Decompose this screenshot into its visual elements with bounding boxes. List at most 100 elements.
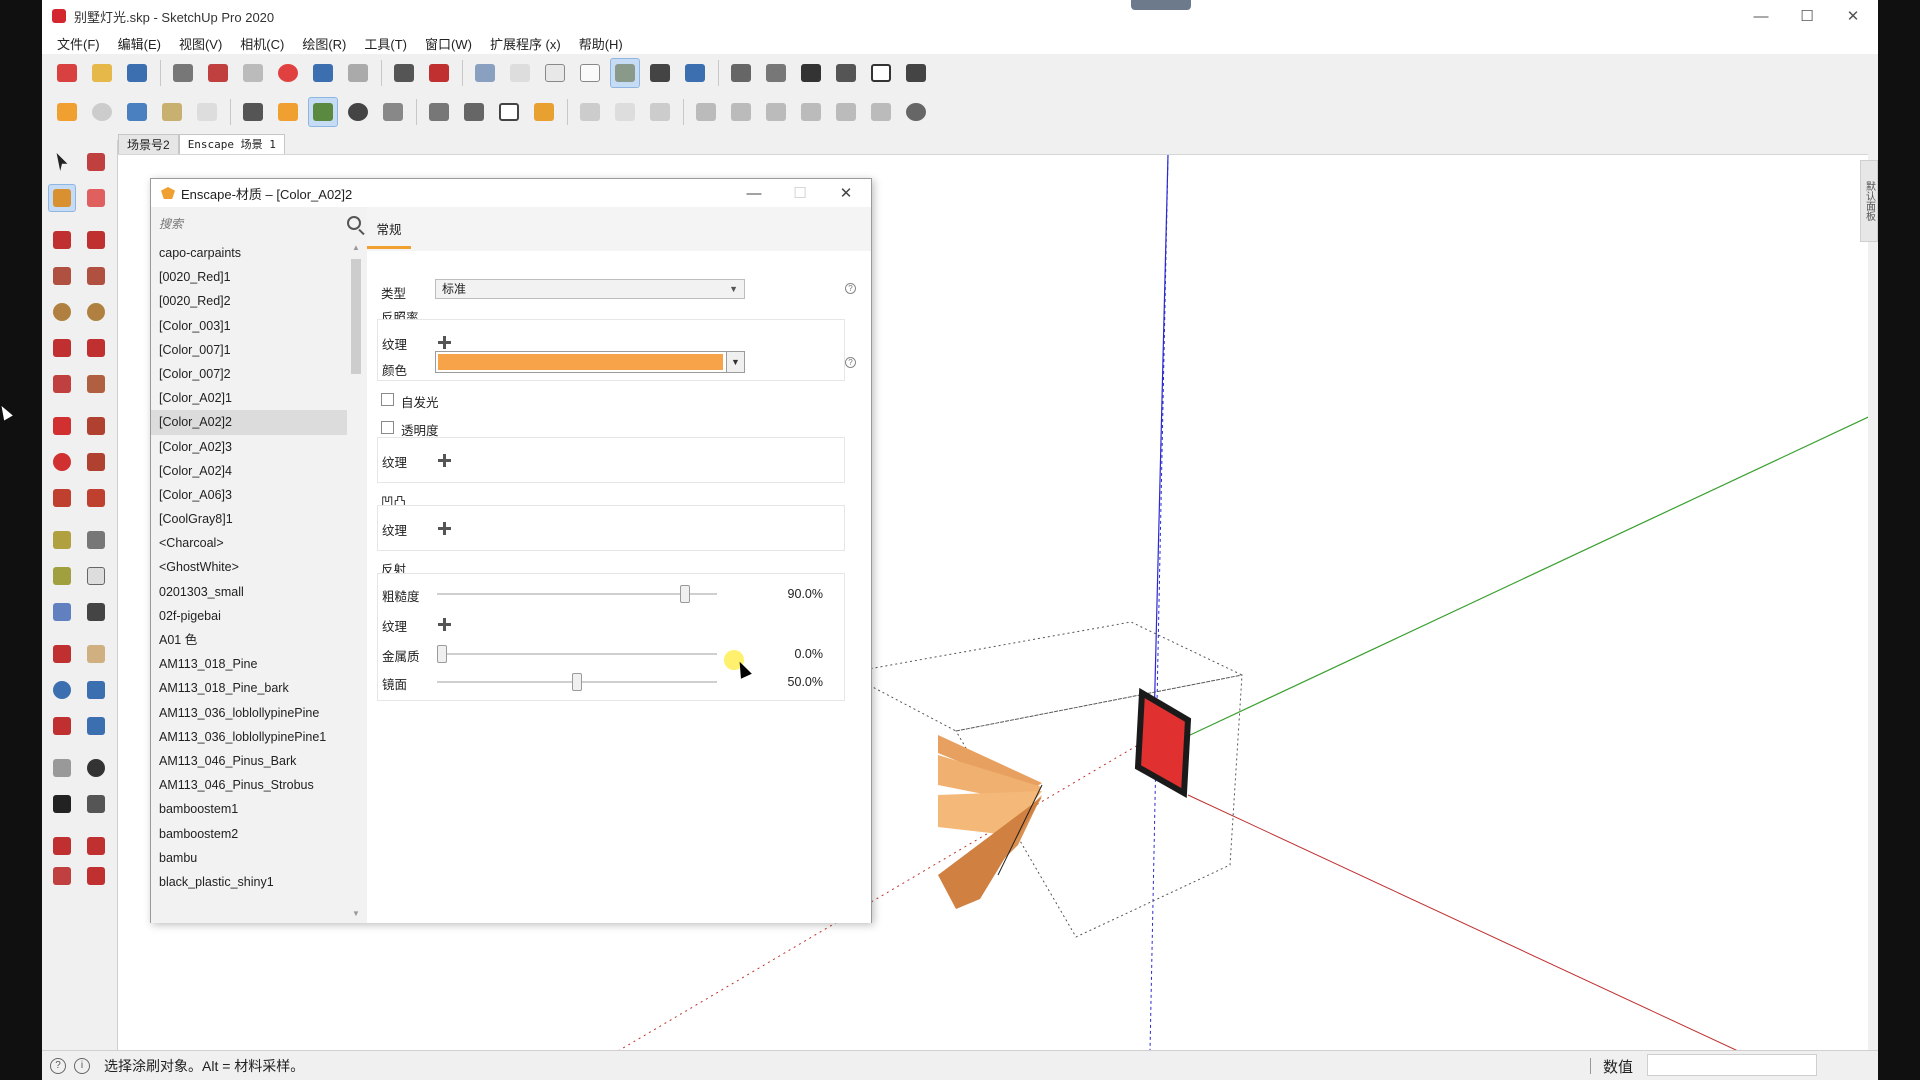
albedo-color-swatch[interactable]: ▼: [435, 351, 745, 373]
iso-view-button[interactable]: [726, 58, 756, 88]
move-tool-button[interactable]: [48, 412, 76, 440]
cut-button[interactable]: [168, 58, 198, 88]
material-list-item[interactable]: [0020_Red]2: [151, 289, 347, 313]
extension-manager-button[interactable]: [82, 862, 110, 890]
back-view-button[interactable]: [866, 58, 896, 88]
previous-view-button[interactable]: [82, 712, 110, 740]
wireframe-button[interactable]: [540, 58, 570, 88]
enscape-sync-button[interactable]: [87, 97, 117, 127]
follow-me-button[interactable]: [82, 448, 110, 476]
paint-bucket-button[interactable]: [48, 184, 76, 212]
material-list-item[interactable]: [0020_Red]1: [151, 265, 347, 289]
dialog-minimize-button[interactable]: —: [731, 179, 777, 207]
tab-general[interactable]: 常规: [367, 219, 411, 249]
add-reflection-texture-icon[interactable]: [438, 618, 451, 631]
redo-button[interactable]: [343, 58, 373, 88]
material-list-item[interactable]: [Color_A02]1: [151, 386, 347, 410]
new-model-button[interactable]: [52, 58, 82, 88]
add-transparency-texture-icon[interactable]: [438, 454, 451, 467]
enscape-settings-button[interactable]: [424, 97, 454, 127]
close-button[interactable]: ✕: [1830, 0, 1876, 32]
left-view-button[interactable]: [901, 58, 931, 88]
style-3-button[interactable]: [761, 97, 791, 127]
material-list-item[interactable]: <GhostWhite>: [151, 555, 347, 579]
material-list-item[interactable]: [CoolGray8]1: [151, 507, 347, 531]
pan-tool-button[interactable]: [82, 640, 110, 668]
look-around-button[interactable]: [82, 754, 110, 782]
info-status-icon[interactable]: i: [74, 1057, 90, 1074]
front-view-button[interactable]: [796, 58, 826, 88]
material-list-item[interactable]: AM113_046_Pinus_Bark: [151, 749, 347, 773]
erase-button[interactable]: [273, 58, 303, 88]
pie-tool-button[interactable]: [82, 370, 110, 398]
enscape-objects-button[interactable]: [273, 97, 303, 127]
menu-draw[interactable]: 绘图(R): [293, 34, 355, 53]
zoom-window-button[interactable]: [82, 676, 110, 704]
enscape-vr-button[interactable]: [238, 97, 268, 127]
menu-help[interactable]: 帮助(H): [570, 34, 632, 53]
material-list-item[interactable]: [Color_A06]3: [151, 483, 347, 507]
zoom-extents-button[interactable]: [48, 712, 76, 740]
style-5-button[interactable]: [831, 97, 861, 127]
material-list-item[interactable]: black_plastic_shiny1: [151, 870, 347, 894]
dialog-maximize-button[interactable]: ☐: [777, 179, 823, 207]
tape-measure-button[interactable]: [48, 526, 76, 554]
material-list-item[interactable]: [Color_007]2: [151, 362, 347, 386]
menu-camera[interactable]: 相机(C): [231, 34, 293, 53]
material-list-scrollbar[interactable]: ▲ ▼: [349, 241, 363, 921]
enscape-sync-views-button[interactable]: [122, 97, 152, 127]
section-display-button[interactable]: [610, 97, 640, 127]
right-view-button[interactable]: [831, 58, 861, 88]
geo-status-icon[interactable]: ?: [50, 1057, 66, 1074]
material-list-item[interactable]: AM113_036_loblollypinePine: [151, 701, 347, 725]
scroll-up-icon[interactable]: ▲: [351, 243, 361, 253]
section-plane-button[interactable]: [575, 97, 605, 127]
default-tray-tab[interactable]: 默认面板: [1860, 160, 1878, 242]
menu-edit[interactable]: 编辑(E): [109, 34, 170, 53]
open-button[interactable]: [87, 58, 117, 88]
rectangle-tool-button[interactable]: [48, 262, 76, 290]
style-4-button[interactable]: [796, 97, 826, 127]
geo-location-button[interactable]: [901, 97, 931, 127]
albedo-help-icon[interactable]: ?: [845, 357, 856, 368]
material-list-item[interactable]: AM113_018_Pine_bark: [151, 676, 347, 700]
material-list-item[interactable]: 0201303_small: [151, 580, 347, 604]
menu-window[interactable]: 窗口(W): [416, 34, 481, 53]
transparency-checkbox[interactable]: [381, 421, 394, 434]
back-edges-button[interactable]: [505, 58, 535, 88]
freehand-tool-button[interactable]: [82, 226, 110, 254]
search-input[interactable]: [157, 213, 337, 235]
type-select[interactable]: 标准 ▼: [435, 279, 745, 299]
chevron-down-icon[interactable]: ▼: [726, 352, 744, 372]
maximize-button[interactable]: ☐: [1784, 0, 1830, 32]
enscape-capture-button[interactable]: [157, 97, 187, 127]
add-albedo-texture-icon[interactable]: [438, 336, 451, 349]
measurements-input[interactable]: [1647, 1054, 1817, 1076]
style-6-button[interactable]: [866, 97, 896, 127]
offset-tool-button[interactable]: [82, 484, 110, 512]
menu-tools[interactable]: 工具(T): [355, 34, 416, 53]
rotate-tool-button[interactable]: [48, 448, 76, 476]
axes-tool-button[interactable]: [48, 598, 76, 626]
top-view-button[interactable]: [761, 58, 791, 88]
scroll-down-icon[interactable]: ▼: [351, 909, 361, 919]
style-2-button[interactable]: [726, 97, 756, 127]
enscape-feedback-button[interactable]: [494, 97, 524, 127]
material-list-item[interactable]: [Color_A02]2: [151, 410, 347, 435]
hidden-line-button[interactable]: [575, 58, 605, 88]
menu-extensions[interactable]: 扩展程序 (x): [481, 34, 570, 53]
material-list-item[interactable]: [Color_A02]3: [151, 435, 347, 459]
line-tool-button[interactable]: [48, 226, 76, 254]
material-list-item[interactable]: <Charcoal>: [151, 531, 347, 555]
specular-slider[interactable]: [572, 673, 582, 691]
text-tool-button[interactable]: [82, 562, 110, 590]
search-icon[interactable]: [347, 216, 361, 230]
material-list-item[interactable]: capo-carpaints: [151, 241, 347, 265]
type-help-icon[interactable]: ?: [845, 283, 856, 294]
select-tool-button[interactable]: [48, 148, 76, 176]
dimension-tool-button[interactable]: [82, 526, 110, 554]
metallic-slider[interactable]: [437, 645, 447, 663]
menu-file[interactable]: 文件(F): [48, 34, 109, 53]
scale-tool-button[interactable]: [48, 484, 76, 512]
self-illumination-checkbox[interactable]: [381, 393, 394, 406]
